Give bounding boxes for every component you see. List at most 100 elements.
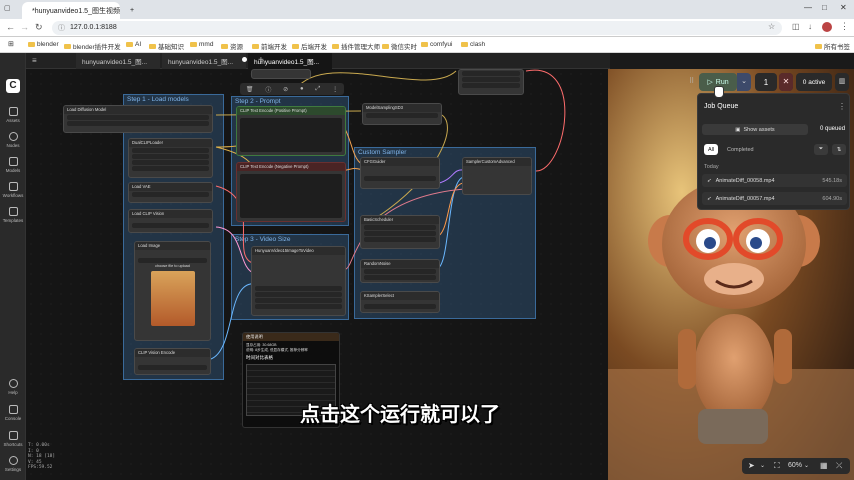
positive-prompt-textarea[interactable] <box>240 118 342 152</box>
browser-menu-icon[interactable]: ⋮ <box>840 21 849 32</box>
node-clip-vision-encode[interactable]: CLIP Vision Encode <box>134 348 211 375</box>
node-widget[interactable] <box>364 237 436 242</box>
show-assets-button[interactable]: ▣ Show assets <box>702 124 808 135</box>
menu-icon[interactable]: ≡ <box>32 56 37 65</box>
reload-icon[interactable]: ↻ <box>35 22 43 33</box>
node-widget[interactable] <box>132 223 209 228</box>
sidebar-item-nodes[interactable]: Nodes <box>0 132 26 148</box>
info-icon[interactable]: ⓘ <box>265 85 271 94</box>
sidebar-item-assets[interactable]: Assets <box>0 107 26 123</box>
node-top-center[interactable] <box>251 69 311 79</box>
close-window-icon[interactable]: ✕ <box>840 3 847 12</box>
browser-tab-active[interactable]: *hunyuanvideo1.5_图生视频 ✕ <box>22 2 120 19</box>
negative-prompt-textarea[interactable] <box>240 174 342 218</box>
node-widget[interactable] <box>364 225 436 230</box>
node-sampler-custom-advanced[interactable]: SamplerCustomAdvanced <box>462 157 532 195</box>
select-mode-icon[interactable]: ➤ <box>748 461 755 470</box>
sidebar-item-models[interactable]: Models <box>0 157 26 173</box>
forward-icon[interactable]: → <box>20 22 29 32</box>
bookmark-folder[interactable]: 基础知识 <box>149 41 184 51</box>
bookmark-folder[interactable]: 微信实时 <box>382 41 417 51</box>
node-basic-scheduler[interactable]: BasicScheduler <box>360 215 440 249</box>
filter-all-tab[interactable]: All <box>704 144 718 155</box>
node-widget[interactable] <box>462 77 520 82</box>
node-widget[interactable] <box>462 83 520 88</box>
extensions-icon[interactable]: ◫ <box>792 22 800 31</box>
apps-grid-icon[interactable]: ⊞ <box>8 40 14 48</box>
node-top-right[interactable] <box>458 69 524 95</box>
node-widget[interactable] <box>67 121 209 126</box>
tab-search-icon[interactable]: ▢ <box>4 4 11 12</box>
new-tab-button[interactable]: + <box>124 2 136 19</box>
node-widget[interactable] <box>364 231 436 236</box>
node-widget[interactable] <box>255 286 342 291</box>
bookmark-star-icon[interactable]: ☆ <box>768 22 775 31</box>
node-widget[interactable] <box>132 154 209 159</box>
sidebar-item-help[interactable]: Help <box>0 379 26 395</box>
node-widget[interactable] <box>364 275 436 280</box>
node-widget[interactable] <box>132 160 209 165</box>
batch-count-input[interactable]: 1 <box>755 73 777 91</box>
bookmark-folder[interactable]: AI <box>126 41 141 48</box>
node-widget[interactable] <box>132 148 209 153</box>
fit-icon[interactable]: ⤢ <box>315 86 320 93</box>
all-bookmarks[interactable]: 所有书签 <box>815 41 850 51</box>
url-field[interactable]: ⓘ 127.0.0.1:8188 ☆ <box>52 21 782 35</box>
mode-dropdown-icon[interactable]: ⌄ <box>760 462 765 469</box>
fit-view-icon[interactable]: ⛶ <box>774 461 780 471</box>
sort-icon[interactable]: ⇅ <box>832 144 846 155</box>
downloads-icon[interactable]: ↓ <box>808 22 812 31</box>
active-jobs-button[interactable]: 0 active <box>796 73 832 91</box>
upload-button[interactable]: choose file to upload <box>135 264 210 268</box>
bookmark-folder[interactable]: comfyui <box>421 41 452 48</box>
minimize-icon[interactable]: — <box>804 3 812 12</box>
tab-workflow-1[interactable]: hunyuanvideo1.5_图... <box>76 53 160 69</box>
zoom-dropdown-icon[interactable]: ⌄ <box>804 462 809 469</box>
node-clip-text-negative[interactable]: CLIP Text Encode (Negative Prompt) <box>236 162 346 222</box>
node-widget[interactable] <box>462 71 520 76</box>
filter-completed-tab[interactable]: Completed <box>727 147 754 153</box>
node-hunyuan-i2v[interactable]: HunyuanVideo15ImageToVideo <box>251 246 346 316</box>
tab-workflow-2[interactable]: hunyuanvideo1.5_图... <box>162 53 246 69</box>
node-widget[interactable] <box>67 115 209 120</box>
queue-menu-icon[interactable]: ⋮ <box>838 102 846 111</box>
sidebar-item-settings[interactable]: Settings <box>0 456 26 472</box>
minimap-icon[interactable]: ▦ <box>820 461 828 470</box>
node-load-image[interactable]: Load Image choose file to upload <box>134 241 211 341</box>
node-widget[interactable] <box>364 269 436 274</box>
node-widget[interactable] <box>132 166 209 171</box>
back-icon[interactable]: ← <box>6 22 15 32</box>
site-info-icon[interactable]: ⓘ <box>58 23 65 33</box>
bookmark-folder[interactable]: 资源 <box>221 41 243 51</box>
node-ksampler-select[interactable]: KSamplerSelect <box>360 291 440 313</box>
add-tab-icon[interactable]: + <box>258 55 264 66</box>
node-widget[interactable] <box>364 176 436 181</box>
node-widget[interactable] <box>132 192 209 197</box>
maximize-icon[interactable]: □ <box>822 3 827 12</box>
node-random-noise[interactable]: RandomNoise <box>360 259 440 283</box>
filter-icon[interactable]: ⏷ <box>814 144 828 155</box>
node-load-clip-vision[interactable]: Load CLIP Vision <box>128 209 213 233</box>
node-widget[interactable] <box>255 304 342 309</box>
node-load-diffusion-model[interactable]: Load Diffusion Model <box>63 105 213 133</box>
node-widget[interactable] <box>255 292 342 297</box>
delete-icon[interactable]: 🗑 <box>246 86 254 93</box>
bookmark-folder[interactable]: 插件管理大师 <box>332 41 380 51</box>
node-clip-text-positive[interactable]: CLIP Text Encode (Positive Prompt) <box>236 106 346 156</box>
bookmark-folder[interactable]: clash <box>461 41 485 48</box>
sidebar-item-workflows[interactable]: Workflows <box>0 182 26 198</box>
toggle-links-icon[interactable]: ⤫ <box>836 461 842 471</box>
node-widget[interactable] <box>138 258 207 263</box>
profile-avatar[interactable] <box>822 22 832 32</box>
node-cfg-guider[interactable]: CFGGuider <box>360 157 440 189</box>
bookmark-folder[interactable]: 后端开发 <box>292 41 327 51</box>
bookmark-folder[interactable]: 前端开发 <box>252 41 287 51</box>
bookmark-folder[interactable]: blender插件开发 <box>64 41 121 51</box>
node-model-sampling-sd3[interactable]: ModelSamplingSD3 <box>362 103 442 125</box>
bypass-icon[interactable]: ⊘ <box>283 86 288 93</box>
more-icon[interactable]: ⋮ <box>332 86 338 93</box>
drag-handle-icon[interactable]: ⠿ <box>689 77 694 85</box>
sidebar-item-console[interactable]: Console <box>0 405 26 421</box>
zoom-level[interactable]: 60% <box>788 462 802 469</box>
node-widget[interactable] <box>366 113 438 118</box>
